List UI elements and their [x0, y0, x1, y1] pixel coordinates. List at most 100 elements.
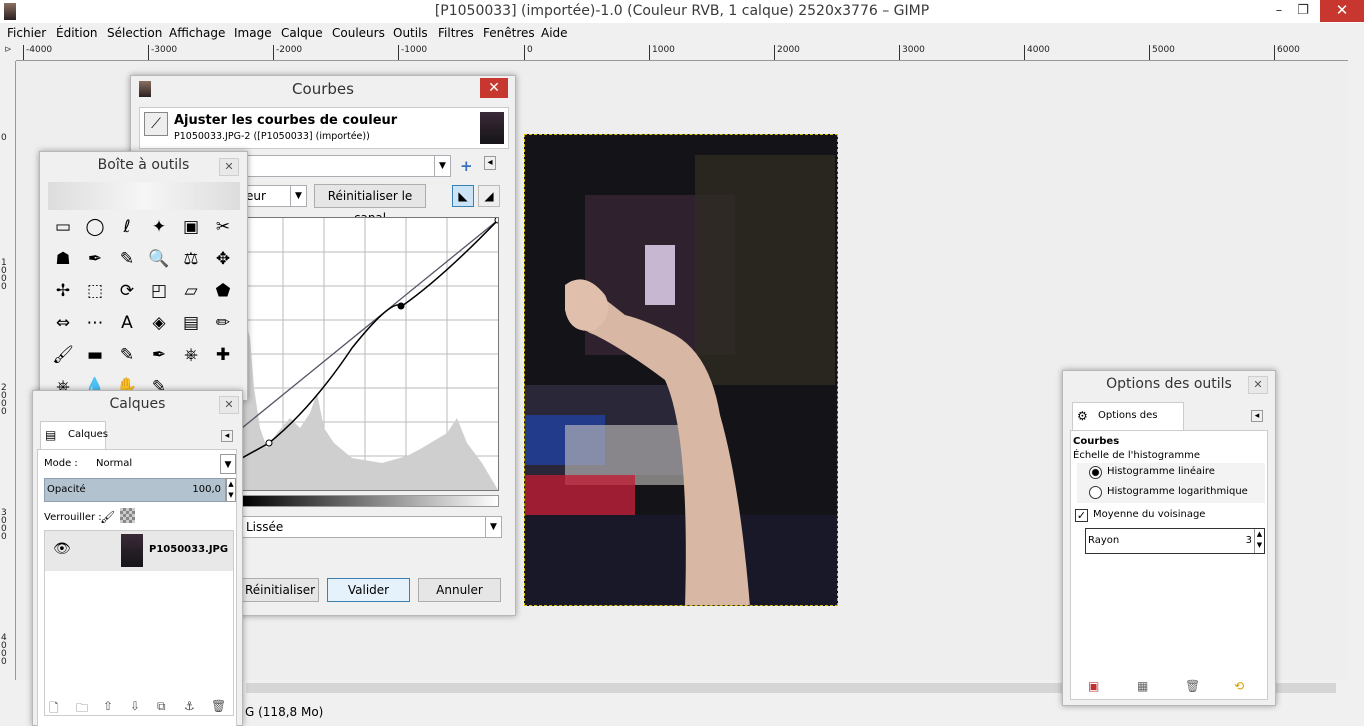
ruler-corner[interactable]: ⊳	[0, 45, 16, 61]
sample-average-checkbox[interactable]: ✓	[1075, 509, 1088, 522]
flip-icon[interactable]: ⇔	[50, 310, 76, 336]
menu-outils[interactable]: Outils	[393, 26, 428, 40]
menu-image[interactable]: Image	[234, 26, 272, 40]
menu-selection[interactable]: Sélection	[107, 26, 162, 40]
curve-point[interactable]	[494, 216, 502, 224]
anchor-layer-icon[interactable]: ⚓	[184, 699, 195, 713]
delete-options-icon[interactable]: 🗑	[1185, 679, 1200, 693]
radius-stepper[interactable]: ▲ ▼	[1254, 529, 1264, 553]
bucket-fill-icon[interactable]: ◈	[146, 310, 172, 336]
horizontal-ruler[interactable]: -4000 -3000 -2000 -1000 0 1000 2000 3000…	[16, 45, 1348, 61]
curves-close-button[interactable]: ✕	[480, 78, 508, 98]
align-icon[interactable]: ✢	[50, 278, 76, 304]
opacity-stepper[interactable]: ▲ ▼	[226, 478, 236, 502]
cage-icon[interactable]: ⋯	[82, 310, 108, 336]
vertical-scrollbar[interactable]	[1348, 45, 1364, 685]
radius-spinner[interactable]: Rayon 3 ▲ ▼	[1085, 528, 1265, 554]
maximize-button[interactable]: ❐	[1288, 0, 1318, 22]
tool-options-close-button[interactable]: ✕	[1248, 376, 1268, 394]
crop-icon[interactable]: ⬚	[82, 278, 108, 304]
menu-fenetres[interactable]: Fenêtres	[483, 26, 535, 40]
curves-graph[interactable]	[241, 216, 502, 491]
layer-row[interactable]: 👁 P1050033.JPG	[45, 531, 233, 571]
toolbox-close-button[interactable]: ✕	[219, 158, 239, 176]
layer-visibility-eye-icon[interactable]: 👁	[53, 541, 71, 557]
channel-combo[interactable]: eur ▼	[241, 185, 307, 207]
move-icon[interactable]: ✥	[210, 246, 236, 272]
reset-button[interactable]: Réinitialiser	[241, 578, 319, 602]
tab-tool-options[interactable]: ⚙ Options des outils	[1072, 402, 1184, 447]
shear-icon[interactable]: ▱	[178, 278, 204, 304]
log-histogram-icon[interactable]: ◢	[478, 185, 500, 207]
cancel-button[interactable]: Annuler	[418, 578, 501, 602]
opacity-slider[interactable]: Opacité 100,0	[44, 478, 226, 502]
reset-options-icon[interactable]: ⟲	[1234, 679, 1244, 693]
restore-options-icon[interactable]: ▦	[1137, 679, 1148, 693]
ok-button[interactable]: Valider	[327, 578, 410, 602]
lower-layer-icon[interactable]: ⇩	[130, 699, 140, 713]
ink-icon[interactable]: ✒	[146, 342, 172, 368]
measure-icon[interactable]: ⚖	[178, 246, 204, 272]
menu-edition[interactable]: Édition	[56, 26, 98, 40]
tool-options-tab-menu-icon[interactable]: ◂	[1251, 410, 1263, 422]
color-select-icon[interactable]: ▣	[178, 214, 204, 240]
sample-average-label[interactable]: Moyenne du voisinage	[1093, 509, 1205, 520]
paths-icon[interactable]: ✒	[82, 246, 108, 272]
lock-pixels-icon[interactable]: 🖌	[100, 510, 115, 524]
paintbrush-icon[interactable]: 🖌	[50, 342, 76, 368]
menu-calque[interactable]: Calque	[281, 26, 323, 40]
clone-icon[interactable]: ⎈	[178, 342, 204, 368]
linear-radio-label[interactable]: Histogramme linéaire	[1107, 466, 1215, 477]
log-radio-label[interactable]: Histogramme logarithmique	[1107, 486, 1248, 497]
zoom-icon[interactable]: 🔍	[146, 246, 172, 272]
new-layer-icon[interactable]: 🗋	[49, 699, 59, 720]
text-icon[interactable]: A	[114, 310, 140, 336]
mode-combo[interactable]: Normal ▼	[90, 454, 236, 476]
airbrush-icon[interactable]: ✎	[114, 342, 140, 368]
rotate-icon[interactable]: ⟳	[114, 278, 140, 304]
raise-layer-icon[interactable]: ⇧	[103, 699, 113, 713]
pencil-icon[interactable]: ✏	[210, 310, 236, 336]
save-options-icon[interactable]: ▣	[1088, 679, 1099, 693]
ellipse-select-icon[interactable]: ◯	[82, 214, 108, 240]
rect-select-icon[interactable]: ▭	[50, 214, 76, 240]
layer-name[interactable]: P1050033.JPG	[149, 544, 228, 555]
reset-channel-button[interactable]: Réinitialiser le canal	[314, 184, 426, 225]
preset-menu-icon[interactable]: ◂	[484, 156, 496, 170]
layers-close-button[interactable]: ✕	[219, 396, 239, 414]
fuzzy-select-icon[interactable]: ✦	[146, 214, 172, 240]
duplicate-layer-icon[interactable]: ⧉	[157, 699, 166, 714]
add-preset-icon[interactable]: +	[460, 157, 473, 175]
curve-type-combo[interactable]: Lissée ▼	[241, 516, 502, 538]
ruler-tick: 0	[524, 45, 533, 60]
image-photo[interactable]	[524, 134, 838, 606]
log-radio[interactable]	[1089, 486, 1102, 499]
layers-tab-menu-icon[interactable]: ◂	[221, 430, 233, 442]
curve-point[interactable]	[265, 439, 273, 447]
preset-combo[interactable]: ▼	[241, 155, 451, 177]
foreground-select-icon[interactable]: ☗	[50, 246, 76, 272]
menu-affichage[interactable]: Affichage	[169, 26, 225, 40]
linear-histogram-icon[interactable]: ◣	[452, 185, 474, 207]
menu-couleurs[interactable]: Couleurs	[332, 26, 385, 40]
new-group-icon[interactable]: 🗀	[76, 699, 88, 720]
delete-layer-icon[interactable]: 🗑	[211, 699, 226, 713]
scale-icon[interactable]: ◰	[146, 278, 172, 304]
perspective-icon[interactable]: ⬟	[210, 278, 236, 304]
eraser-icon[interactable]: ▬	[82, 342, 108, 368]
lock-alpha-icon[interactable]	[120, 508, 135, 523]
free-select-icon[interactable]: ℓ	[114, 214, 140, 240]
linear-radio[interactable]	[1089, 466, 1102, 479]
curve-point[interactable]	[397, 302, 405, 310]
close-window-button[interactable]: ✕	[1320, 0, 1364, 22]
heal-icon[interactable]: ✚	[210, 342, 236, 368]
menu-aide[interactable]: Aide	[541, 26, 568, 40]
menu-fichier[interactable]: Fichier	[7, 26, 46, 40]
blend-icon[interactable]: ▤	[178, 310, 204, 336]
color-picker-icon[interactable]: ✎	[114, 246, 140, 272]
scissors-icon[interactable]: ✂	[210, 214, 236, 240]
tab-layers[interactable]: ▤ Calques	[40, 421, 108, 449]
vertical-ruler[interactable]: 0 1 0 0 0 2 0 0 0 3 0 0 0 4 0 0 0	[0, 61, 16, 680]
wilber-drop-zone[interactable]	[48, 182, 240, 210]
menu-filtres[interactable]: Filtres	[438, 26, 474, 40]
